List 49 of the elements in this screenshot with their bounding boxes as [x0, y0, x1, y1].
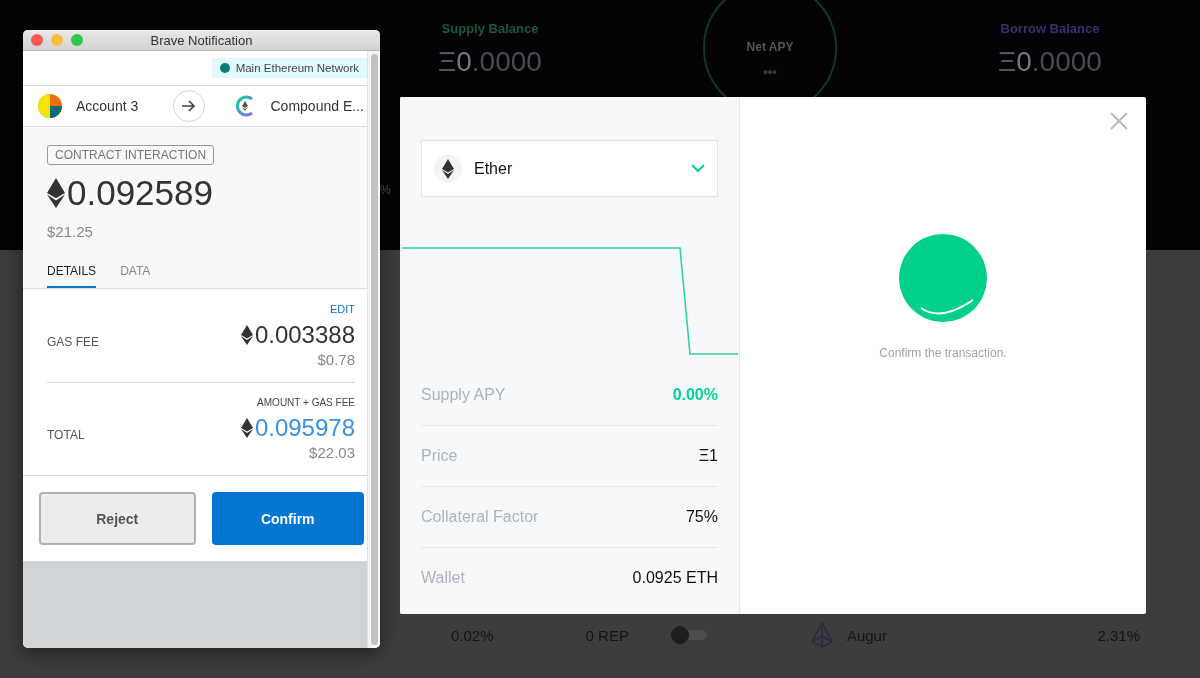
net-apy-label: Net APY	[746, 39, 794, 54]
zoom-window-button[interactable]	[71, 34, 83, 46]
fiat-value: $21.25	[47, 223, 93, 240]
net-apy-value: •••	[763, 63, 777, 79]
account-avatar-icon	[38, 94, 62, 118]
tab[interactable]: DETAILS	[47, 264, 97, 288]
ether-icon	[240, 418, 253, 438]
balance-value: Ξ0.0000	[438, 46, 542, 78]
stat-label: Price	[421, 447, 458, 465]
minimize-window-button[interactable]	[51, 34, 63, 46]
scrollbar-thumb[interactable]	[370, 54, 378, 645]
stat-label: Supply APY	[421, 386, 506, 404]
gas-fee-label: GAS FEE	[47, 335, 99, 349]
ether-icon	[240, 325, 253, 345]
ether-icon	[47, 178, 65, 208]
stat-value: 75%	[685, 508, 718, 526]
confirm-button[interactable]: Confirm	[211, 492, 364, 545]
spinner-icon	[899, 234, 987, 322]
amount-value: 0.092589	[67, 173, 213, 213]
tab[interactable]: DATA	[120, 264, 151, 288]
chevron-down-icon	[691, 164, 705, 173]
account-name: Account 3	[76, 98, 139, 114]
gas-fee-fiat: $0.78	[317, 351, 355, 368]
percent-text: %	[380, 183, 391, 197]
window-title: Brave Notification	[150, 32, 253, 48]
stat-value: 0.00%	[672, 386, 718, 404]
stat-value: Ξ1	[698, 447, 718, 465]
stat-label: Wallet	[421, 569, 465, 587]
asset-dropdown[interactable]: Ether	[421, 140, 718, 197]
total-value: 0.095978	[254, 414, 355, 442]
balance-value: Ξ0.0000	[998, 46, 1102, 78]
reject-button[interactable]: Reject	[39, 492, 196, 545]
gas-fee-value: 0.003388	[254, 321, 355, 349]
contract-interaction-badge: CONTRACT INTERACTION	[47, 145, 215, 165]
stat-label: Collateral Factor	[421, 508, 539, 526]
close-icon[interactable]	[1110, 112, 1128, 130]
status-text: Confirm the transaction.	[879, 346, 1007, 360]
edit-link[interactable]: EDIT	[329, 303, 355, 315]
network-badge[interactable]: Main Ethereum Network	[211, 58, 367, 78]
balance-label: Supply Balance	[441, 21, 539, 36]
contract-name: Compound E...	[270, 98, 364, 114]
ether-icon	[434, 154, 462, 183]
total-label: TOTAL	[47, 428, 85, 442]
stat-value: 0.0925 ETH	[632, 569, 718, 587]
total-note: AMOUNT + GAS FEE	[257, 397, 355, 408]
arrow-right-icon	[172, 90, 205, 122]
total-fiat: $22.03	[309, 444, 355, 461]
balance-label: Borrow Balance	[1000, 21, 1100, 36]
close-window-button[interactable]	[31, 34, 43, 46]
